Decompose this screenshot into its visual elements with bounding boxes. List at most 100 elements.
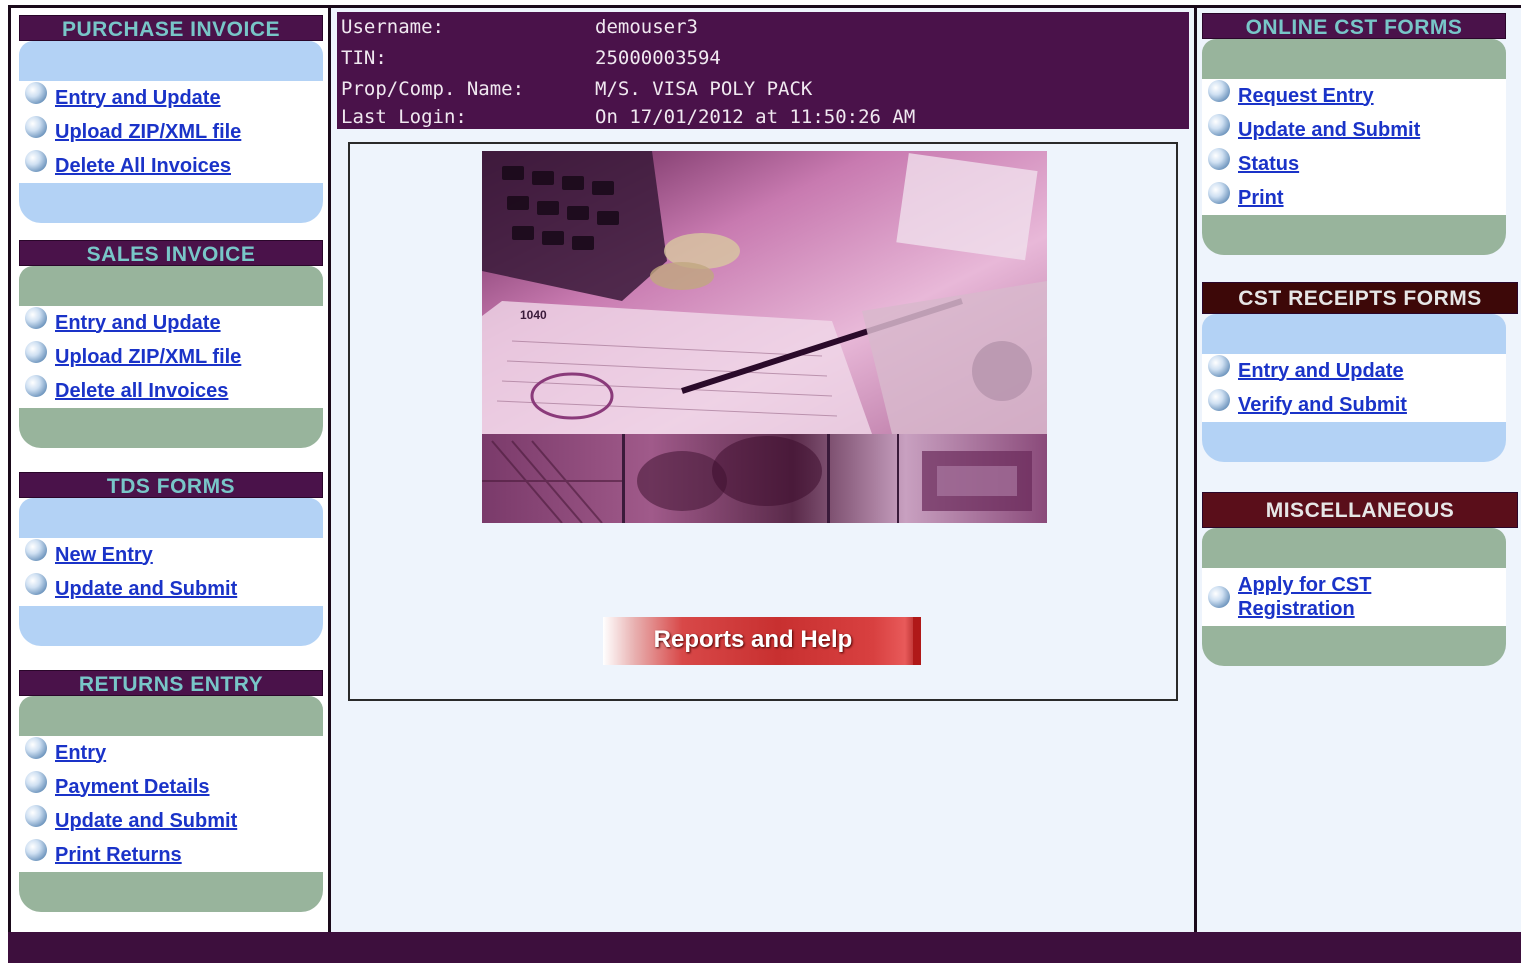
- purchase-entry-update-item: Entry and Update: [25, 81, 323, 115]
- bullet-icon: [1208, 389, 1230, 411]
- apply-cst-registration-link[interactable]: Apply for CST Registration: [1238, 573, 1398, 621]
- reports-and-help-button[interactable]: Reports and Help: [603, 617, 921, 665]
- cst-request-entry-item: Request Entry: [1208, 79, 1506, 113]
- bullet-icon: [25, 771, 47, 793]
- returns-entry-item: Entry: [25, 736, 323, 770]
- bullet-icon: [25, 116, 47, 138]
- sales-upload-zip-xml-link[interactable]: Upload ZIP/XML file: [55, 346, 241, 369]
- right-column-divider: [1194, 8, 1197, 932]
- tds-update-submit-link[interactable]: Update and Submit: [55, 578, 237, 601]
- bullet-icon: [1208, 182, 1230, 204]
- online-cst-forms-links: Request Entry Update and Submit Status P…: [1202, 79, 1506, 215]
- panel-top-cap: [19, 266, 323, 306]
- panel-bottom-cap: [19, 183, 323, 223]
- cst-status-link[interactable]: Status: [1238, 153, 1299, 176]
- footer-bar: [8, 932, 1521, 963]
- sales-entry-update-link[interactable]: Entry and Update: [55, 312, 221, 335]
- bullet-icon: [25, 539, 47, 561]
- username-label: Username:: [341, 16, 444, 38]
- returns-update-submit-link[interactable]: Update and Submit: [55, 810, 237, 833]
- panel-bottom-cap: [19, 872, 323, 912]
- company-name-label: Prop/Comp. Name:: [341, 78, 525, 100]
- user-info-box: Username: demouser3 TIN: 25000003594 Pro…: [337, 12, 1189, 129]
- sales-delete-item: Delete all Invoices: [25, 374, 323, 408]
- panel-bottom-cap: [19, 408, 323, 448]
- receipts-verify-submit-item: Verify and Submit: [1208, 388, 1506, 422]
- svg-text:1040: 1040: [520, 308, 547, 322]
- bullet-icon: [25, 150, 47, 172]
- cst-receipts-forms-panel: CST RECEIPTS FORMS Entry and Update Veri…: [1202, 282, 1518, 462]
- panel-top-cap: [19, 498, 323, 538]
- reports-button-end-cap: [913, 617, 921, 665]
- receipts-entry-update-link[interactable]: Entry and Update: [1238, 360, 1404, 383]
- returns-update-submit-item: Update and Submit: [25, 804, 323, 838]
- bullet-icon: [1208, 148, 1230, 170]
- panel-top-cap: [1202, 39, 1506, 79]
- miscellaneous-title: MISCELLANEOUS: [1202, 492, 1518, 528]
- sales-invoice-panel: SALES INVOICE Entry and Update Upload ZI…: [19, 240, 323, 448]
- apply-cst-registration-item: Apply for CST Registration: [1208, 572, 1506, 622]
- bullet-icon: [25, 375, 47, 397]
- sales-entry-update-item: Entry and Update: [25, 306, 323, 340]
- bullet-icon: [25, 307, 47, 329]
- panel-bottom-cap: [19, 606, 323, 646]
- panel-bottom-cap: [1202, 422, 1506, 462]
- panel-top-cap: [1202, 314, 1506, 354]
- bullet-icon: [25, 573, 47, 595]
- sales-upload-item: Upload ZIP/XML file: [25, 340, 323, 374]
- purchase-delete-all-link[interactable]: Delete All Invoices: [55, 155, 231, 178]
- purchase-delete-item: Delete All Invoices: [25, 149, 323, 183]
- receipts-entry-update-item: Entry and Update: [1208, 354, 1506, 388]
- online-cst-forms-panel: ONLINE CST FORMS Request Entry Update an…: [1202, 13, 1506, 255]
- tds-new-entry-link[interactable]: New Entry: [55, 544, 153, 567]
- cst-update-submit-link[interactable]: Update and Submit: [1238, 119, 1420, 142]
- cst-status-item: Status: [1208, 147, 1506, 181]
- last-login-value: On 17/01/2012 at 11:50:26 AM: [595, 106, 916, 128]
- sales-invoice-links: Entry and Update Upload ZIP/XML file Del…: [19, 306, 323, 408]
- returns-entry-link[interactable]: Entry: [55, 742, 106, 765]
- bullet-icon: [25, 82, 47, 104]
- reports-button-label: Reports and Help: [653, 626, 853, 653]
- bullet-icon: [25, 805, 47, 827]
- bullet-icon: [1208, 586, 1230, 608]
- returns-print-item: Print Returns: [25, 838, 323, 872]
- bullet-icon: [25, 341, 47, 363]
- purchase-upload-zip-xml-link[interactable]: Upload ZIP/XML file: [55, 121, 241, 144]
- cst-update-submit-item: Update and Submit: [1208, 113, 1506, 147]
- panel-bottom-cap: [1202, 626, 1506, 666]
- miscellaneous-panel: MISCELLANEOUS Apply for CST Registration: [1202, 492, 1518, 666]
- tds-forms-title: TDS FORMS: [19, 472, 323, 498]
- cst-receipts-forms-title: CST RECEIPTS FORMS: [1202, 282, 1518, 314]
- sales-invoice-title: SALES INVOICE: [19, 240, 323, 266]
- returns-payment-item: Payment Details: [25, 770, 323, 804]
- cst-print-item: Print: [1208, 181, 1506, 215]
- tin-value: 25000003594: [595, 47, 721, 69]
- tds-new-entry-item: New Entry: [25, 538, 323, 572]
- returns-print-link[interactable]: Print Returns: [55, 844, 182, 867]
- left-column-divider: [328, 8, 331, 932]
- panel-top-cap: [1202, 528, 1506, 568]
- purchase-invoice-panel: PURCHASE INVOICE Entry and Update Upload…: [19, 15, 323, 223]
- bullet-icon: [1208, 114, 1230, 136]
- returns-entry-title: RETURNS ENTRY: [19, 670, 323, 696]
- online-cst-forms-title: ONLINE CST FORMS: [1202, 13, 1506, 39]
- receipts-verify-submit-link[interactable]: Verify and Submit: [1238, 394, 1407, 417]
- returns-entry-panel: RETURNS ENTRY Entry Payment Details Upda…: [19, 670, 323, 912]
- tin-label: TIN:: [341, 47, 387, 69]
- bullet-icon: [1208, 355, 1230, 377]
- purchase-entry-update-link[interactable]: Entry and Update: [55, 87, 221, 110]
- purchase-invoice-links: Entry and Update Upload ZIP/XML file Del…: [19, 81, 323, 183]
- cst-print-link[interactable]: Print: [1238, 187, 1284, 210]
- returns-entry-links: Entry Payment Details Update and Submit …: [19, 736, 323, 872]
- last-login-label: Last Login:: [341, 106, 467, 128]
- panel-top-cap: [19, 696, 323, 736]
- sales-delete-all-link[interactable]: Delete all Invoices: [55, 380, 228, 403]
- purchase-upload-item: Upload ZIP/XML file: [25, 115, 323, 149]
- bullet-icon: [25, 737, 47, 759]
- cst-request-entry-link[interactable]: Request Entry: [1238, 85, 1374, 108]
- finance-collage-image: 1040: [482, 151, 1047, 523]
- bullet-icon: [1208, 80, 1230, 102]
- panel-top-cap: [19, 41, 323, 81]
- returns-payment-details-link[interactable]: Payment Details: [55, 776, 210, 799]
- company-name-value: M/S. VISA POLY PACK: [595, 78, 813, 100]
